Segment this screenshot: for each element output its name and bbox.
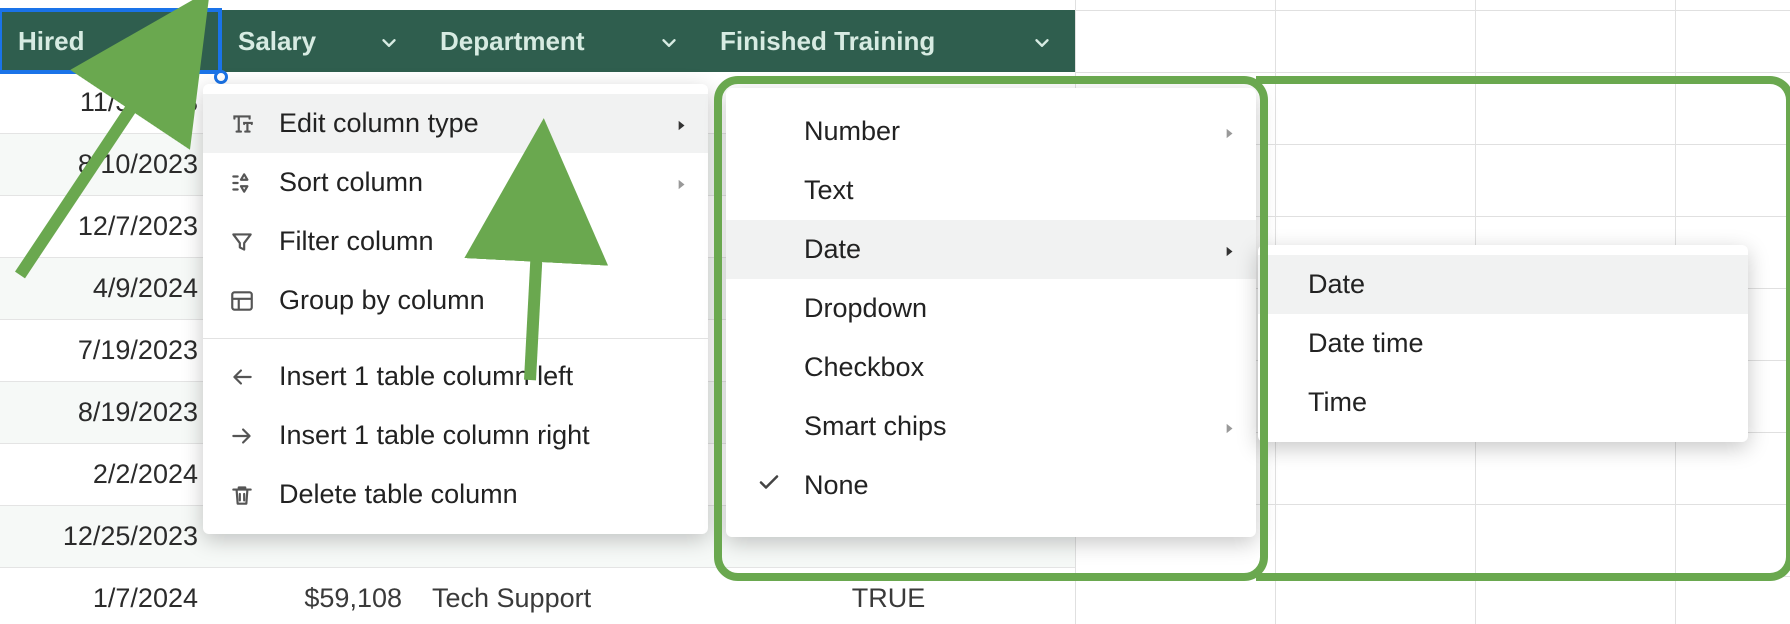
menu-item-label: Date time xyxy=(1308,328,1424,359)
menu-item-group-by-column[interactable]: Group by column xyxy=(203,271,708,330)
check-icon xyxy=(754,470,784,501)
sort-icon xyxy=(227,168,257,198)
selection-handle[interactable] xyxy=(214,70,228,84)
column-header-department[interactable]: Department xyxy=(422,10,702,72)
menu-item-insert-column-left[interactable]: Insert 1 table column left xyxy=(203,347,708,406)
menu-item-label: Date xyxy=(804,234,861,265)
group-icon xyxy=(227,286,257,316)
cell-hired[interactable]: 2/2/2024 xyxy=(0,459,220,490)
menu-item-label: Group by column xyxy=(279,285,485,316)
chevron-down-icon[interactable] xyxy=(378,30,400,52)
arrow-left-icon xyxy=(227,362,257,392)
menu-item-type-dropdown[interactable]: Dropdown xyxy=(726,279,1256,338)
cell-hired[interactable]: 8/19/2023 xyxy=(0,397,220,428)
menu-item-label: Checkbox xyxy=(804,352,924,383)
menu-item-type-smart-chips[interactable]: Smart chips xyxy=(726,397,1256,456)
chevron-right-icon xyxy=(674,167,688,198)
menu-separator xyxy=(203,338,708,339)
trash-icon xyxy=(227,480,257,510)
cell-hired[interactable]: 12/25/2023 xyxy=(0,521,220,552)
arrow-right-icon xyxy=(227,421,257,451)
cell-hired[interactable]: 4/9/2024 xyxy=(0,273,220,304)
menu-item-label: Smart chips xyxy=(804,411,947,442)
menu-item-time[interactable]: Time xyxy=(1258,373,1748,432)
menu-item-insert-column-right[interactable]: Insert 1 table column right xyxy=(203,406,708,465)
chevron-down-icon[interactable] xyxy=(176,30,198,52)
menu-item-type-text[interactable]: Text xyxy=(726,161,1256,220)
menu-item-type-checkbox[interactable]: Checkbox xyxy=(726,338,1256,397)
menu-item-label: Number xyxy=(804,116,900,147)
chevron-right-icon xyxy=(1222,234,1236,265)
column-type-submenu: Number Text Date Dropdown Checkbox Smart… xyxy=(726,88,1256,537)
chevron-down-icon[interactable] xyxy=(658,30,680,52)
menu-item-label: Sort column xyxy=(279,167,423,198)
cell-hired[interactable]: 12/7/2023 xyxy=(0,211,220,242)
cell-hired[interactable]: 8/10/2023 xyxy=(0,149,220,180)
table-row[interactable]: 1/7/2024 $59,108 Tech Support TRUE xyxy=(0,568,1075,624)
date-type-submenu: Date Date time Time xyxy=(1258,245,1748,442)
cell-hired[interactable]: 7/19/2023 xyxy=(0,335,220,366)
cell-hired[interactable]: 11/3/2023 xyxy=(0,87,220,118)
type-icon xyxy=(227,109,257,139)
cell-hired[interactable]: 1/7/2024 xyxy=(0,583,220,614)
menu-item-date[interactable]: Date xyxy=(1258,255,1748,314)
column-header-label: Finished Training xyxy=(720,26,935,57)
column-header-salary[interactable]: Salary xyxy=(220,10,422,72)
menu-item-label: Delete table column xyxy=(279,479,518,510)
cell-train[interactable]: TRUE xyxy=(702,583,1075,614)
chevron-right-icon xyxy=(1222,116,1236,147)
menu-item-type-date[interactable]: Date xyxy=(726,220,1256,279)
menu-item-label: Text xyxy=(804,175,854,206)
menu-item-label: Filter column xyxy=(279,226,434,257)
menu-item-label: Insert 1 table column left xyxy=(279,361,573,392)
filter-icon xyxy=(227,227,257,257)
chevron-right-icon xyxy=(674,108,688,139)
menu-item-label: Edit column type xyxy=(279,108,479,139)
menu-item-sort-column[interactable]: Sort column xyxy=(203,153,708,212)
menu-item-label: Dropdown xyxy=(804,293,927,324)
menu-item-label: Insert 1 table column right xyxy=(279,420,590,451)
menu-item-label: None xyxy=(804,470,869,501)
cell-salary[interactable]: $59,108 xyxy=(220,583,422,614)
chevron-down-icon[interactable] xyxy=(1031,30,1053,52)
column-header-label: Department xyxy=(440,26,584,57)
menu-item-label: Time xyxy=(1308,387,1367,418)
column-context-menu: Edit column type Sort column Filter colu… xyxy=(203,84,708,534)
menu-item-date-time[interactable]: Date time xyxy=(1258,314,1748,373)
cell-dept[interactable]: Tech Support xyxy=(422,583,702,614)
menu-item-type-none[interactable]: None xyxy=(726,456,1256,515)
menu-item-filter-column[interactable]: Filter column xyxy=(203,212,708,271)
column-header-hired[interactable]: Hired xyxy=(0,10,220,72)
chevron-right-icon xyxy=(1222,411,1236,442)
menu-item-delete-column[interactable]: Delete table column xyxy=(203,465,708,524)
menu-item-edit-column-type[interactable]: Edit column type xyxy=(203,94,708,153)
table-header: Hired Salary Department Finished Trainin… xyxy=(0,10,1075,72)
menu-item-type-number[interactable]: Number xyxy=(726,102,1256,161)
column-header-finished-training[interactable]: Finished Training xyxy=(702,10,1075,72)
column-header-label: Hired xyxy=(18,26,84,57)
menu-item-label: Date xyxy=(1308,269,1365,300)
column-header-label: Salary xyxy=(238,26,316,57)
